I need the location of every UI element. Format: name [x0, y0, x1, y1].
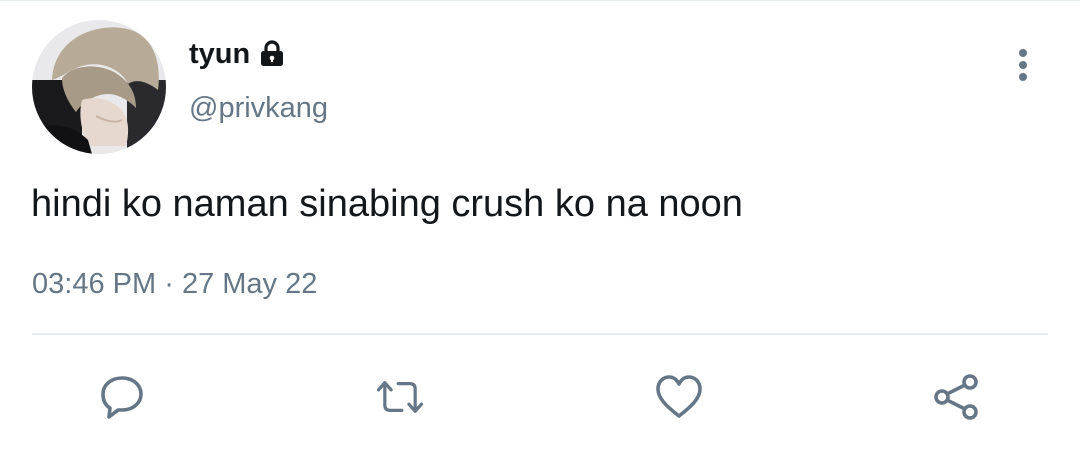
lock-icon: [258, 40, 286, 68]
heart-icon: [656, 375, 702, 418]
divider: [32, 333, 1048, 335]
retweet-button[interactable]: [375, 372, 425, 422]
top-border: [0, 0, 1080, 1]
timestamp-separator: ·: [164, 268, 174, 300]
reply-icon: [101, 376, 143, 419]
share-button[interactable]: [932, 372, 982, 422]
retweet-icon: [376, 381, 424, 413]
tweet-time: 03:46 PM: [32, 268, 157, 300]
share-icon: [934, 374, 978, 420]
avatar-image: [32, 20, 166, 154]
reply-button[interactable]: [97, 372, 147, 422]
user-handle[interactable]: @privkang: [189, 90, 328, 126]
display-name-row[interactable]: tyun: [189, 36, 286, 72]
tweet-text: hindi ko naman sinabing crush ko na noon: [31, 183, 743, 225]
avatar[interactable]: [32, 20, 166, 154]
tweet-date: 27 May 22: [181, 268, 318, 300]
tweet-timestamp: 03:46 PM · 27 May 22: [32, 266, 317, 302]
more-vertical-icon[interactable]: [1008, 46, 1038, 86]
display-name[interactable]: tyun: [189, 36, 250, 72]
like-button[interactable]: [654, 372, 704, 422]
